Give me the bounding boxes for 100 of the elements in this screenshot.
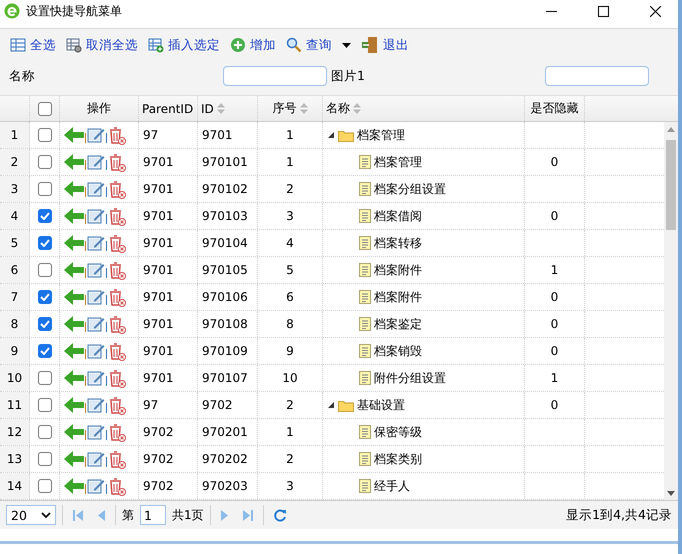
tree-node-label[interactable]: 档案管理	[374, 154, 422, 170]
tree-node-label[interactable]: 保密等级	[374, 424, 422, 440]
table-cell: 1	[550, 263, 558, 277]
tree-node-label[interactable]: 档案管理	[357, 126, 405, 144]
delete-icon[interactable]	[108, 288, 126, 306]
table-cell: 9701	[143, 155, 174, 169]
edit-icon[interactable]	[87, 126, 105, 144]
edit-icon[interactable]	[87, 153, 105, 171]
tree-node-label[interactable]: 经手人	[374, 478, 410, 494]
checkbox[interactable]	[38, 425, 52, 439]
row-number: 9	[10, 344, 18, 358]
close-icon[interactable]	[650, 6, 660, 16]
edit-icon[interactable]	[87, 423, 105, 441]
tree-node-label[interactable]: 档案类别	[374, 450, 422, 468]
delete-icon[interactable]	[108, 234, 126, 252]
scrollbar[interactable]	[664, 122, 678, 500]
delete-icon[interactable]	[108, 396, 126, 414]
checkbox[interactable]	[38, 102, 52, 116]
tree-node-label[interactable]: 档案借阅	[374, 208, 422, 224]
left-arrow-icon[interactable]	[64, 235, 84, 251]
edit-icon[interactable]	[87, 180, 105, 198]
page-size-dropdown[interactable]: 20	[6, 505, 56, 525]
toolbar-button[interactable]: 查询	[286, 36, 351, 54]
checkbox[interactable]	[38, 398, 52, 412]
left-arrow-icon[interactable]	[64, 370, 84, 386]
left-arrow-icon[interactable]	[64, 289, 84, 305]
left-arrow-icon[interactable]	[64, 397, 84, 413]
left-arrow-icon[interactable]	[64, 154, 84, 170]
scrollbar-thumb[interactable]	[666, 140, 676, 230]
checkbox[interactable]	[38, 344, 52, 358]
toolbar-button[interactable]: 取消全选	[66, 36, 138, 54]
toolbar-button[interactable]: 插入选定	[148, 36, 220, 54]
document-icon	[359, 236, 371, 250]
delete-icon[interactable]	[108, 342, 126, 360]
edit-icon[interactable]	[87, 234, 105, 252]
checkbox[interactable]	[38, 290, 52, 304]
page-label: 第	[122, 506, 134, 524]
delete-icon[interactable]	[108, 314, 126, 334]
left-arrow-icon[interactable]	[64, 262, 84, 278]
tree-node-label[interactable]: 档案鉴定	[374, 316, 422, 332]
edit-icon[interactable]	[87, 477, 105, 495]
left-arrow-icon[interactable]	[64, 451, 84, 467]
checkbox[interactable]	[38, 128, 52, 142]
edit-icon[interactable]	[87, 207, 105, 225]
checkbox[interactable]	[38, 452, 52, 466]
maximize-icon[interactable]	[598, 6, 608, 16]
delete-icon[interactable]	[108, 368, 126, 388]
tree-node-label[interactable]: 附件分组设置	[374, 370, 446, 386]
column-header[interactable]: 序号	[272, 100, 296, 117]
checkbox[interactable]	[38, 155, 52, 169]
tree-node-label[interactable]: 档案附件	[374, 288, 422, 306]
column-header[interactable]: ID	[201, 102, 214, 116]
tree-node-label[interactable]: 档案附件	[374, 262, 422, 278]
tree-node-label[interactable]: 档案转移	[374, 234, 422, 252]
toolbar-button[interactable]: 增加	[230, 36, 276, 54]
left-arrow-icon[interactable]	[64, 181, 84, 197]
delete-icon[interactable]	[108, 260, 126, 280]
chevron-down-icon	[41, 512, 51, 518]
delete-icon[interactable]	[108, 422, 126, 442]
left-arrow-icon[interactable]	[64, 424, 84, 440]
edit-icon[interactable]	[87, 396, 105, 414]
left-arrow-icon[interactable]	[64, 127, 84, 143]
checkbox[interactable]	[38, 479, 52, 493]
tree-node-label[interactable]: 档案销毁	[374, 342, 422, 360]
toolbar-button[interactable]: 退出	[361, 36, 409, 54]
delete-icon[interactable]	[108, 180, 126, 198]
name-field[interactable]	[223, 66, 327, 86]
toolbar-button[interactable]: 全选	[10, 36, 56, 54]
table-cell: 97	[143, 398, 158, 412]
page-number-field[interactable]: 1	[140, 505, 166, 525]
scroll-up-icon[interactable]	[667, 126, 675, 132]
left-arrow-icon[interactable]	[64, 208, 84, 224]
edit-icon[interactable]	[87, 369, 105, 387]
checkbox[interactable]	[38, 236, 52, 250]
checkbox[interactable]	[38, 317, 52, 331]
delete-icon[interactable]	[108, 476, 126, 496]
checkbox[interactable]	[38, 263, 52, 277]
scroll-down-icon[interactable]	[667, 490, 675, 496]
expand-toggle-icon[interactable]	[327, 401, 335, 409]
edit-icon[interactable]	[87, 261, 105, 279]
checkbox[interactable]	[38, 209, 52, 223]
edit-icon[interactable]	[87, 315, 105, 333]
tree-node-label[interactable]: 档案分组设置	[374, 180, 446, 198]
edit-icon[interactable]	[87, 288, 105, 306]
column-header[interactable]: 名称	[326, 100, 350, 117]
table-cell: 9701	[143, 263, 174, 277]
tree-node-label[interactable]: 基础设置	[357, 396, 405, 414]
edit-icon[interactable]	[87, 342, 105, 360]
delete-icon[interactable]	[108, 206, 126, 226]
delete-icon[interactable]	[108, 450, 126, 468]
left-arrow-icon[interactable]	[64, 343, 84, 359]
checkbox[interactable]	[38, 182, 52, 196]
image-field[interactable]	[545, 66, 649, 86]
delete-icon[interactable]	[108, 126, 126, 144]
left-arrow-icon[interactable]	[64, 316, 84, 332]
expand-toggle-icon[interactable]	[327, 131, 335, 139]
edit-icon[interactable]	[87, 450, 105, 468]
delete-icon[interactable]	[108, 152, 126, 172]
left-arrow-icon[interactable]	[64, 478, 84, 494]
checkbox[interactable]	[38, 371, 52, 385]
